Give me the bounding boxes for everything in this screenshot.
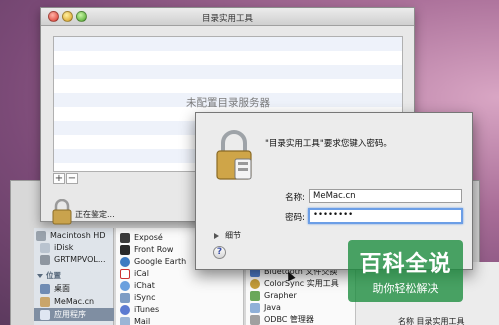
list-item-label: iCal <box>134 269 149 278</box>
sidebar-section-label: 位置 <box>46 271 61 280</box>
hard-drive-icon <box>36 230 46 241</box>
list-item-label: Front Row <box>134 245 174 254</box>
home-icon <box>40 296 50 307</box>
list-item-label: Google Earth <box>134 257 187 266</box>
desktop-icon <box>40 283 50 294</box>
sidebar-item-home[interactable]: MeMac.cn <box>40 295 94 308</box>
list-item-label: iSync <box>134 293 156 302</box>
grapher-icon <box>250 290 260 301</box>
watermark-title: 百科全说 <box>359 252 452 277</box>
list-item[interactable]: Mail <box>120 315 150 325</box>
sidebar-item-label: Macintosh HD <box>50 231 106 240</box>
list-item-label: ColorSync 实用工具 <box>264 279 339 288</box>
ichat-icon <box>120 280 130 291</box>
folder-icon <box>250 302 260 313</box>
password-label: 密码: <box>285 213 305 223</box>
details-label: 细节 <box>225 231 241 240</box>
sidebar-item-label: MeMac.cn <box>54 297 95 306</box>
list-item-label: Java <box>264 303 281 312</box>
help-button[interactable]: ? <box>213 246 226 259</box>
sidebar-item-label: GRTMPVOL... <box>54 255 106 264</box>
google-earth-icon <box>120 256 130 267</box>
isync-icon <box>120 292 130 303</box>
window-title: 目录实用工具 <box>201 14 253 24</box>
sidebar-item-desktop[interactable]: 桌面 <box>40 282 70 295</box>
lock-status-text: 正在鉴定... <box>75 210 115 219</box>
list-item-label: Grapher <box>264 291 297 300</box>
disk-icon <box>40 254 50 265</box>
mail-icon <box>120 316 130 325</box>
list-item-label: Mail <box>134 317 151 325</box>
list-item-label: Exposé <box>134 233 163 242</box>
preview-caption: 名称 目录实用工具 <box>398 317 465 325</box>
lock-icon <box>216 130 252 180</box>
calendar-icon <box>120 268 130 279</box>
front-row-icon <box>120 244 130 255</box>
sidebar-item-label: 桌面 <box>54 284 70 293</box>
watermark-subtitle: 助你轻松解决 <box>372 282 439 295</box>
remove-server-button[interactable]: − <box>66 173 78 184</box>
list-item[interactable]: ODBC 管理器 <box>250 313 314 325</box>
disclosure-right-icon <box>214 232 219 239</box>
expose-icon <box>120 232 130 243</box>
applications-icon <box>40 309 50 320</box>
add-server-button[interactable]: + <box>53 173 65 184</box>
titlebar: 目录实用工具 <box>41 8 414 26</box>
sidebar-item-applications[interactable]: 应用程序 <box>34 308 114 321</box>
password-field[interactable]: •••••••• <box>308 208 463 224</box>
list-item-label: ODBC 管理器 <box>264 315 314 324</box>
sidebar-section-places[interactable]: 位置 <box>37 269 61 282</box>
odbc-icon <box>250 314 260 325</box>
finder-sidebar: Macintosh HD iDisk GRTMPVOL... 位置 桌面 MeM… <box>34 228 114 325</box>
watermark: 百科全说 助你轻松解决 <box>348 240 463 302</box>
list-item-label: iChat <box>134 281 155 290</box>
details-toggle[interactable]: 细节 <box>214 230 241 241</box>
itunes-icon <box>120 304 130 315</box>
colorsync-icon <box>250 278 260 289</box>
name-label: 名称: <box>285 193 305 203</box>
idisk-icon <box>40 242 50 253</box>
sidebar-item-label: iDisk <box>54 243 74 252</box>
list-item-label: iTunes <box>134 305 160 314</box>
utilities-column: Bluetooth 文件交换 ColorSync 实用工具 Grapher Ja… <box>246 262 356 325</box>
disclosure-down-icon <box>37 273 43 278</box>
sidebar-item-grtmpvol[interactable]: GRTMPVOL... <box>40 253 106 266</box>
lock-icon[interactable] <box>51 199 73 225</box>
sidebar-item-label: 应用程序 <box>54 310 86 319</box>
name-field[interactable]: MeMac.cn <box>309 189 462 203</box>
auth-prompt: "目录实用工具"要求您键入密码。 <box>265 139 392 149</box>
empty-list-message: 未配置目录服务器 <box>186 97 270 109</box>
